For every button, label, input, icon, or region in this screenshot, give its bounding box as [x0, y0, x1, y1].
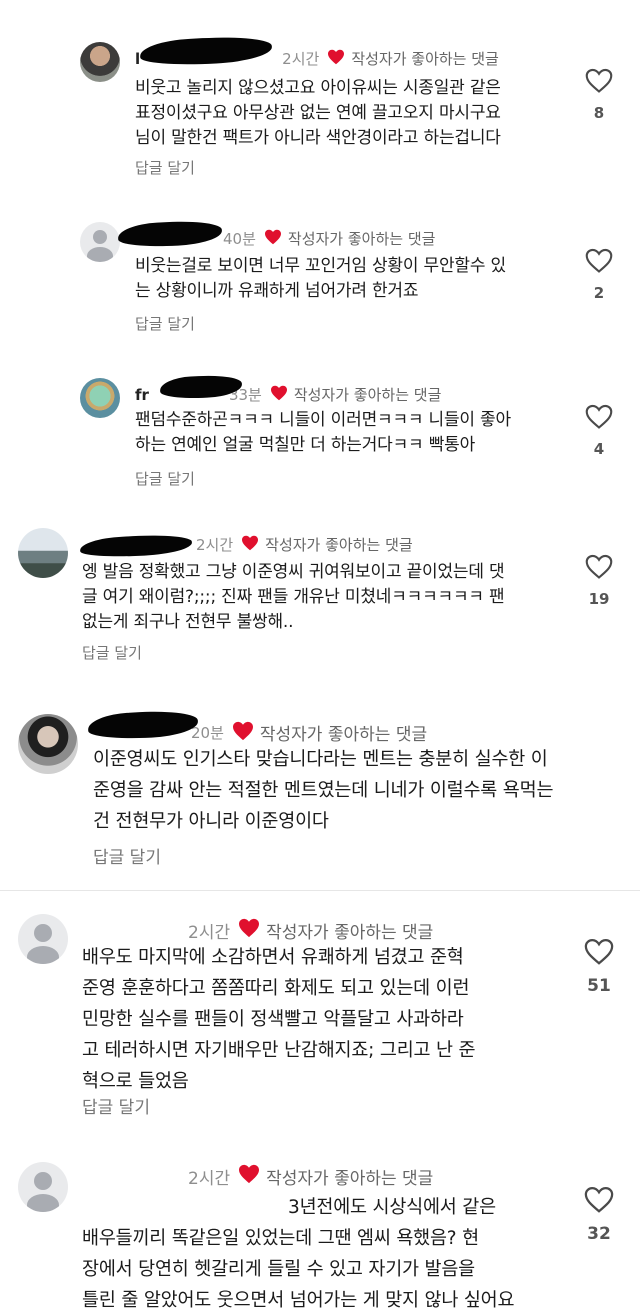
- heart-outline-icon: [579, 1186, 619, 1214]
- comment-line: 엥 발음 정확했고 그냥 이준영씨 귀여워보이고 끝이었는데 댓: [82, 562, 505, 582]
- comment-text: 비웃는걸로 보이면 너무 꼬인거임 상황이 무안할수 있 는 상황이니까 유쾌하…: [135, 254, 575, 304]
- heart-filled-icon: [238, 1164, 260, 1189]
- comment-line: 님이 말한건 팩트가 아니라 색안경이라고 하는겁니다: [135, 128, 501, 148]
- heart-filled-icon: [327, 49, 345, 69]
- like-button[interactable]: 8: [579, 68, 619, 122]
- comment-line: 비웃는걸로 보이면 너무 꼬인거임 상황이 무안할수 있: [135, 256, 506, 276]
- comment-1: l 2시간 작성자가 좋아하는 댓글 비웃고 놀리지 않으셨고요 아이유씨는 시…: [0, 0, 640, 200]
- comment-line: 는 상황이니까 유쾌하게 넘어가려 한거죠: [135, 281, 419, 301]
- user-avatar[interactable]: [18, 528, 68, 578]
- reply-button[interactable]: 답글 달기: [135, 157, 195, 178]
- comment-7: 2시간 작성자가 좋아하는 댓글 3년전에도 시상식에서 같은 배우들끼리 똑같…: [0, 1140, 640, 1311]
- comment-line: 장에서 당연히 헷갈리게 들릴 수 있고 자기가 발음을: [82, 1259, 475, 1280]
- like-count: 51: [587, 976, 611, 996]
- comment-text: 엥 발음 정확했고 그냥 이준영씨 귀여워보이고 끝이었는데 댓 글 여기 왜이…: [82, 560, 572, 635]
- comment-time: 2시간: [282, 50, 320, 68]
- liked-by-author-label: 작성자가 좋아하는 댓글: [266, 1169, 434, 1189]
- like-count: 8: [593, 104, 605, 122]
- like-count: 2: [593, 284, 605, 302]
- like-button[interactable]: 4: [579, 404, 619, 458]
- user-avatar[interactable]: [18, 714, 78, 774]
- comment-line: 준영 훈훈하다고 쫌쫌따리 화제도 되고 있는데 이런: [82, 978, 470, 999]
- comment-text: 배우도 마지막에 소감하면서 유쾌하게 넘겼고 준혁 준영 훈훈하다고 쫌쫌따리…: [82, 942, 582, 1097]
- heart-filled-icon: [241, 535, 259, 555]
- heart-outline-icon: [579, 938, 619, 966]
- comment-4: 2시간 작성자가 좋아하는 댓글 엥 발음 정확했고 그냥 이준영씨 귀여워보이…: [0, 510, 640, 690]
- liked-by-author-label: 작성자가 좋아하는 댓글: [266, 923, 434, 943]
- like-count: 4: [593, 440, 605, 458]
- comment-meta: 2시간 작성자가 좋아하는 댓글: [188, 918, 433, 943]
- comment-time: 2시간: [188, 1169, 231, 1189]
- comment-text: 이준영씨도 인기스타 맞습니다라는 멘트는 충분히 실수한 이 준영을 감싸 안…: [93, 744, 633, 837]
- username[interactable]: fr: [135, 386, 149, 404]
- comment-time: 2시간: [196, 536, 234, 554]
- comment-line: 건 전현무가 아니라 이준영이다: [93, 811, 329, 832]
- liked-by-author-label: 작성자가 좋아하는 댓글: [287, 230, 436, 248]
- comment-text: 3년전에도 시상식에서 같은 배우들끼리 똑같은일 있었는데 그땐 엠씨 욕했음…: [82, 1192, 582, 1316]
- comment-line: 하는 연예인 얼굴 먹칠만 더 하는거다ㅋㅋ 빡통아: [135, 435, 476, 455]
- user-avatar[interactable]: [18, 1162, 68, 1212]
- comment-line: 없는게 죄구나 전현무 불쌍해..: [82, 612, 294, 632]
- comment-line: 틀린 줄 알았어도 웃으면서 넘어가는 게 맞지 않나 싶어요: [82, 1290, 515, 1311]
- heart-outline-icon: [579, 554, 619, 580]
- user-avatar[interactable]: [80, 42, 120, 82]
- like-button[interactable]: 19: [579, 554, 619, 608]
- liked-by-author-label: 작성자가 좋아하는 댓글: [265, 536, 413, 554]
- comment-line: 배우들끼리 똑같은일 있었는데 그땐 엠씨 욕했음? 현: [82, 1228, 479, 1249]
- comment-text: 비웃고 놀리지 않으셨고요 아이유씨는 시종일관 같은 표정이셨구요 아무상관 …: [135, 76, 575, 151]
- heart-filled-icon: [264, 229, 282, 249]
- comment-line: 표정이셨구요 아무상관 없는 연예 끌고오지 마시구요: [135, 103, 501, 123]
- comment-line: 팬덤수준하곤ㅋㅋㅋ 니들이 이러면ㅋㅋㅋ 니들이 좋아: [135, 410, 511, 430]
- liked-by-author-label: 작성자가 좋아하는 댓글: [293, 386, 442, 404]
- reply-button[interactable]: 답글 달기: [135, 468, 195, 489]
- like-count: 19: [588, 590, 610, 608]
- like-count: 32: [587, 1224, 611, 1244]
- liked-by-author-label: 작성자가 좋아하는 댓글: [259, 725, 428, 745]
- comment-meta: 2시간 작성자가 좋아하는 댓글: [188, 1164, 433, 1189]
- comment-line: 민망한 실수를 팬들이 정색빨고 악플달고 사과하라: [82, 1009, 464, 1030]
- comment-line: 이준영씨도 인기스타 맞습니다라는 멘트는 충분히 실수한 이: [93, 749, 548, 770]
- heart-outline-icon: [579, 404, 619, 430]
- comment-line: 혁으로 들었음: [82, 1071, 189, 1092]
- comment-6: 2시간 작성자가 좋아하는 댓글 배우도 마지막에 소감하면서 유쾌하게 넘겼고…: [0, 890, 640, 1140]
- comment-line: 비웃고 놀리지 않으셨고요 아이유씨는 시종일관 같은: [135, 78, 501, 98]
- like-button[interactable]: 51: [579, 938, 619, 996]
- reply-button[interactable]: 답글 달기: [93, 843, 161, 868]
- heart-outline-icon: [579, 68, 619, 94]
- user-avatar[interactable]: [80, 378, 120, 418]
- user-avatar[interactable]: [18, 914, 68, 964]
- comment-time: 40분: [223, 230, 256, 248]
- comment-line: 글 여기 왜이럼?;;;; 진짜 팬들 개유난 미쳤네ㅋㅋㅋㅋㅋㅋ 팬: [82, 587, 505, 607]
- comment-line: 3년전에도 시상식에서 같은: [288, 1197, 496, 1218]
- user-avatar[interactable]: [80, 222, 120, 262]
- heart-outline-icon: [579, 248, 619, 274]
- comment-line: 배우도 마지막에 소감하면서 유쾌하게 넘겼고 준혁: [82, 947, 464, 968]
- reply-button[interactable]: 답글 달기: [82, 1093, 150, 1118]
- comment-time: 2시간: [188, 923, 231, 943]
- comment-2: 40분 작성자가 좋아하는 댓글 비웃는걸로 보이면 너무 꼬인거임 상황이 무…: [0, 200, 640, 350]
- comment-line: 고 테러하시면 자기배우만 난감해지죠; 그리고 난 준: [82, 1040, 476, 1061]
- username[interactable]: l: [135, 50, 140, 68]
- heart-filled-icon: [270, 385, 288, 405]
- comment-text: 팬덤수준하곤ㅋㅋㅋ 니들이 이러면ㅋㅋㅋ 니들이 좋아 하는 연예인 얼굴 먹칠…: [135, 408, 575, 458]
- comment-5: 20분 작성자가 좋아하는 댓글 이준영씨도 인기스타 맞습니다라는 멘트는 충…: [0, 690, 640, 890]
- comment-line: 준영을 감싸 안는 적절한 멘트였는데 니네가 이럴수록 욕먹는: [93, 780, 554, 801]
- like-button[interactable]: 32: [579, 1186, 619, 1244]
- heart-filled-icon: [232, 721, 254, 745]
- like-button[interactable]: 2: [579, 248, 619, 302]
- reply-button[interactable]: 답글 달기: [135, 313, 195, 334]
- liked-by-author-label: 작성자가 좋아하는 댓글: [351, 50, 499, 68]
- reply-button[interactable]: 답글 달기: [82, 642, 142, 663]
- heart-filled-icon: [238, 918, 260, 943]
- comment-3: fr 33분 작성자가 좋아하는 댓글 팬덤수준하곤ㅋㅋㅋ 니들이 이러면ㅋㅋㅋ…: [0, 350, 640, 510]
